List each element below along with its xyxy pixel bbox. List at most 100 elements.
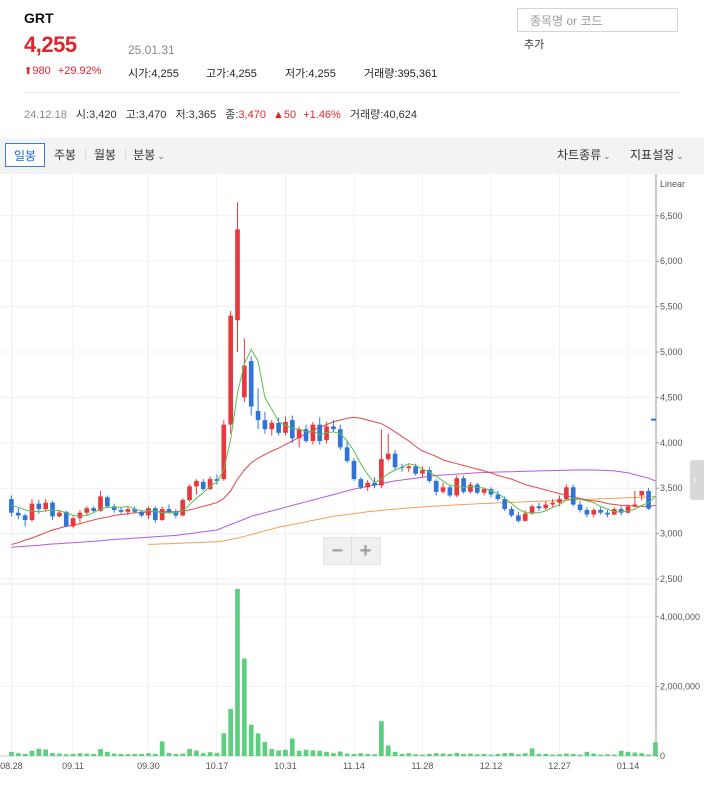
- volume-bar: [221, 733, 227, 756]
- change-percent: +29.92%: [57, 65, 102, 77]
- candle-body: [105, 497, 110, 507]
- search-input[interactable]: [528, 10, 672, 32]
- candle: [440, 482, 446, 494]
- volume-bar: [255, 733, 261, 756]
- volume-bar: [454, 752, 460, 756]
- volume-bar: [324, 751, 329, 756]
- tab-minute-label: 분봉: [133, 148, 156, 162]
- candle: [618, 506, 624, 516]
- volume-bar: [303, 749, 309, 756]
- volume-bar: [283, 749, 288, 756]
- candle-body: [289, 420, 295, 439]
- candle-body: [379, 459, 384, 486]
- candle-body: [509, 509, 514, 516]
- candle-body: [420, 470, 425, 474]
- hover-change: ▲50: [273, 109, 296, 121]
- volume-tick-label: 4,000,000: [660, 612, 700, 622]
- volume-bar: [337, 751, 343, 756]
- volume-bar: [187, 749, 192, 756]
- candle-body: [433, 480, 439, 492]
- volume-bar: [105, 751, 110, 756]
- tab-monthly[interactable]: 월봉: [86, 143, 124, 167]
- volume-bar: [543, 753, 549, 756]
- candle-body: [337, 429, 343, 448]
- candle: [118, 507, 124, 514]
- candle: [564, 484, 569, 501]
- add-button[interactable]: 추가: [520, 35, 549, 53]
- volume-bar: [228, 709, 233, 756]
- tab-daily[interactable]: 일봉: [5, 143, 45, 167]
- candle: [310, 421, 316, 445]
- hover-high: 3,470: [138, 109, 167, 121]
- indicator-menu[interactable]: 지표설정 ⌄: [630, 143, 684, 167]
- candle: [632, 490, 638, 508]
- candle-body: [605, 512, 610, 515]
- candle-body: [632, 504, 638, 507]
- price-tick-label: 6,000: [660, 256, 683, 266]
- zoom-out-button[interactable]: −: [324, 538, 351, 564]
- candle: [447, 485, 453, 498]
- volume-label: 거래량: [364, 68, 395, 80]
- volume-bar: [379, 721, 384, 756]
- candle-body: [317, 424, 323, 441]
- volume-bar: [200, 753, 206, 756]
- volume-bar: [111, 753, 117, 756]
- candle: [351, 458, 357, 481]
- volume-bar: [50, 752, 55, 756]
- volume-bar: [331, 753, 336, 756]
- candle-body: [43, 502, 49, 510]
- low-label: 저가: [285, 68, 306, 80]
- volume-bar: [344, 753, 350, 756]
- candle: [269, 420, 275, 436]
- volume-bar: [440, 753, 446, 756]
- side-panel-handle[interactable]: ‹: [690, 460, 704, 500]
- volume-bar: [358, 753, 364, 756]
- volume-bar: [557, 754, 562, 756]
- volume-bar: [84, 753, 90, 756]
- divider: [24, 92, 680, 93]
- volume-bar: [372, 754, 377, 756]
- tab-weekly[interactable]: 주봉: [46, 143, 84, 167]
- chart-type-menu[interactable]: 차트종류 ⌄: [557, 143, 611, 167]
- candle: [461, 475, 466, 494]
- volume-bar: [289, 738, 295, 756]
- candle: [228, 311, 233, 434]
- candle: [200, 479, 206, 491]
- price-tick-label: 3,000: [660, 529, 683, 539]
- candle: [406, 464, 412, 472]
- volume-bar: [235, 589, 240, 756]
- candle-body: [269, 422, 275, 430]
- volume-bar: [584, 751, 590, 756]
- volume-bar: [447, 753, 453, 756]
- candle-body: [358, 479, 364, 488]
- x-tick-label: 11.14: [343, 761, 365, 771]
- candle-body: [159, 509, 165, 520]
- volume-bar: [529, 748, 535, 756]
- candle: [43, 499, 49, 512]
- tab-minute[interactable]: 분봉 ⌄: [126, 143, 172, 167]
- candle-body: [22, 515, 28, 520]
- candle-body: [36, 503, 42, 510]
- hover-low-label: 저: [175, 109, 186, 121]
- volume-bar: [36, 748, 42, 756]
- price-tick-label: 4,500: [660, 392, 683, 402]
- volume-bar: [118, 753, 124, 756]
- candle: [303, 424, 309, 443]
- volume-bar: [550, 754, 555, 756]
- hover-close-label: 종: [225, 109, 236, 121]
- candle-body: [15, 512, 21, 516]
- price-summary: ⬆980 +29.92% 시가:4,255 고가:4,255 저가:4,255 …: [24, 65, 437, 80]
- candle: [337, 424, 343, 451]
- candle: [474, 482, 480, 495]
- zoom-in-button[interactable]: +: [352, 538, 379, 564]
- candle: [468, 481, 473, 494]
- open-stat: 시가:4,255: [128, 65, 179, 81]
- candle: [152, 506, 158, 523]
- candle-body: [516, 515, 521, 521]
- candle: [235, 202, 240, 352]
- volume-bar: [618, 750, 624, 756]
- stock-chart[interactable]: Linear 6,500 6,000 5,500 5,000 4,500 4,000 3,5…: [0, 174, 704, 789]
- candle: [488, 487, 494, 498]
- candle: [317, 417, 323, 445]
- candle: [584, 507, 590, 518]
